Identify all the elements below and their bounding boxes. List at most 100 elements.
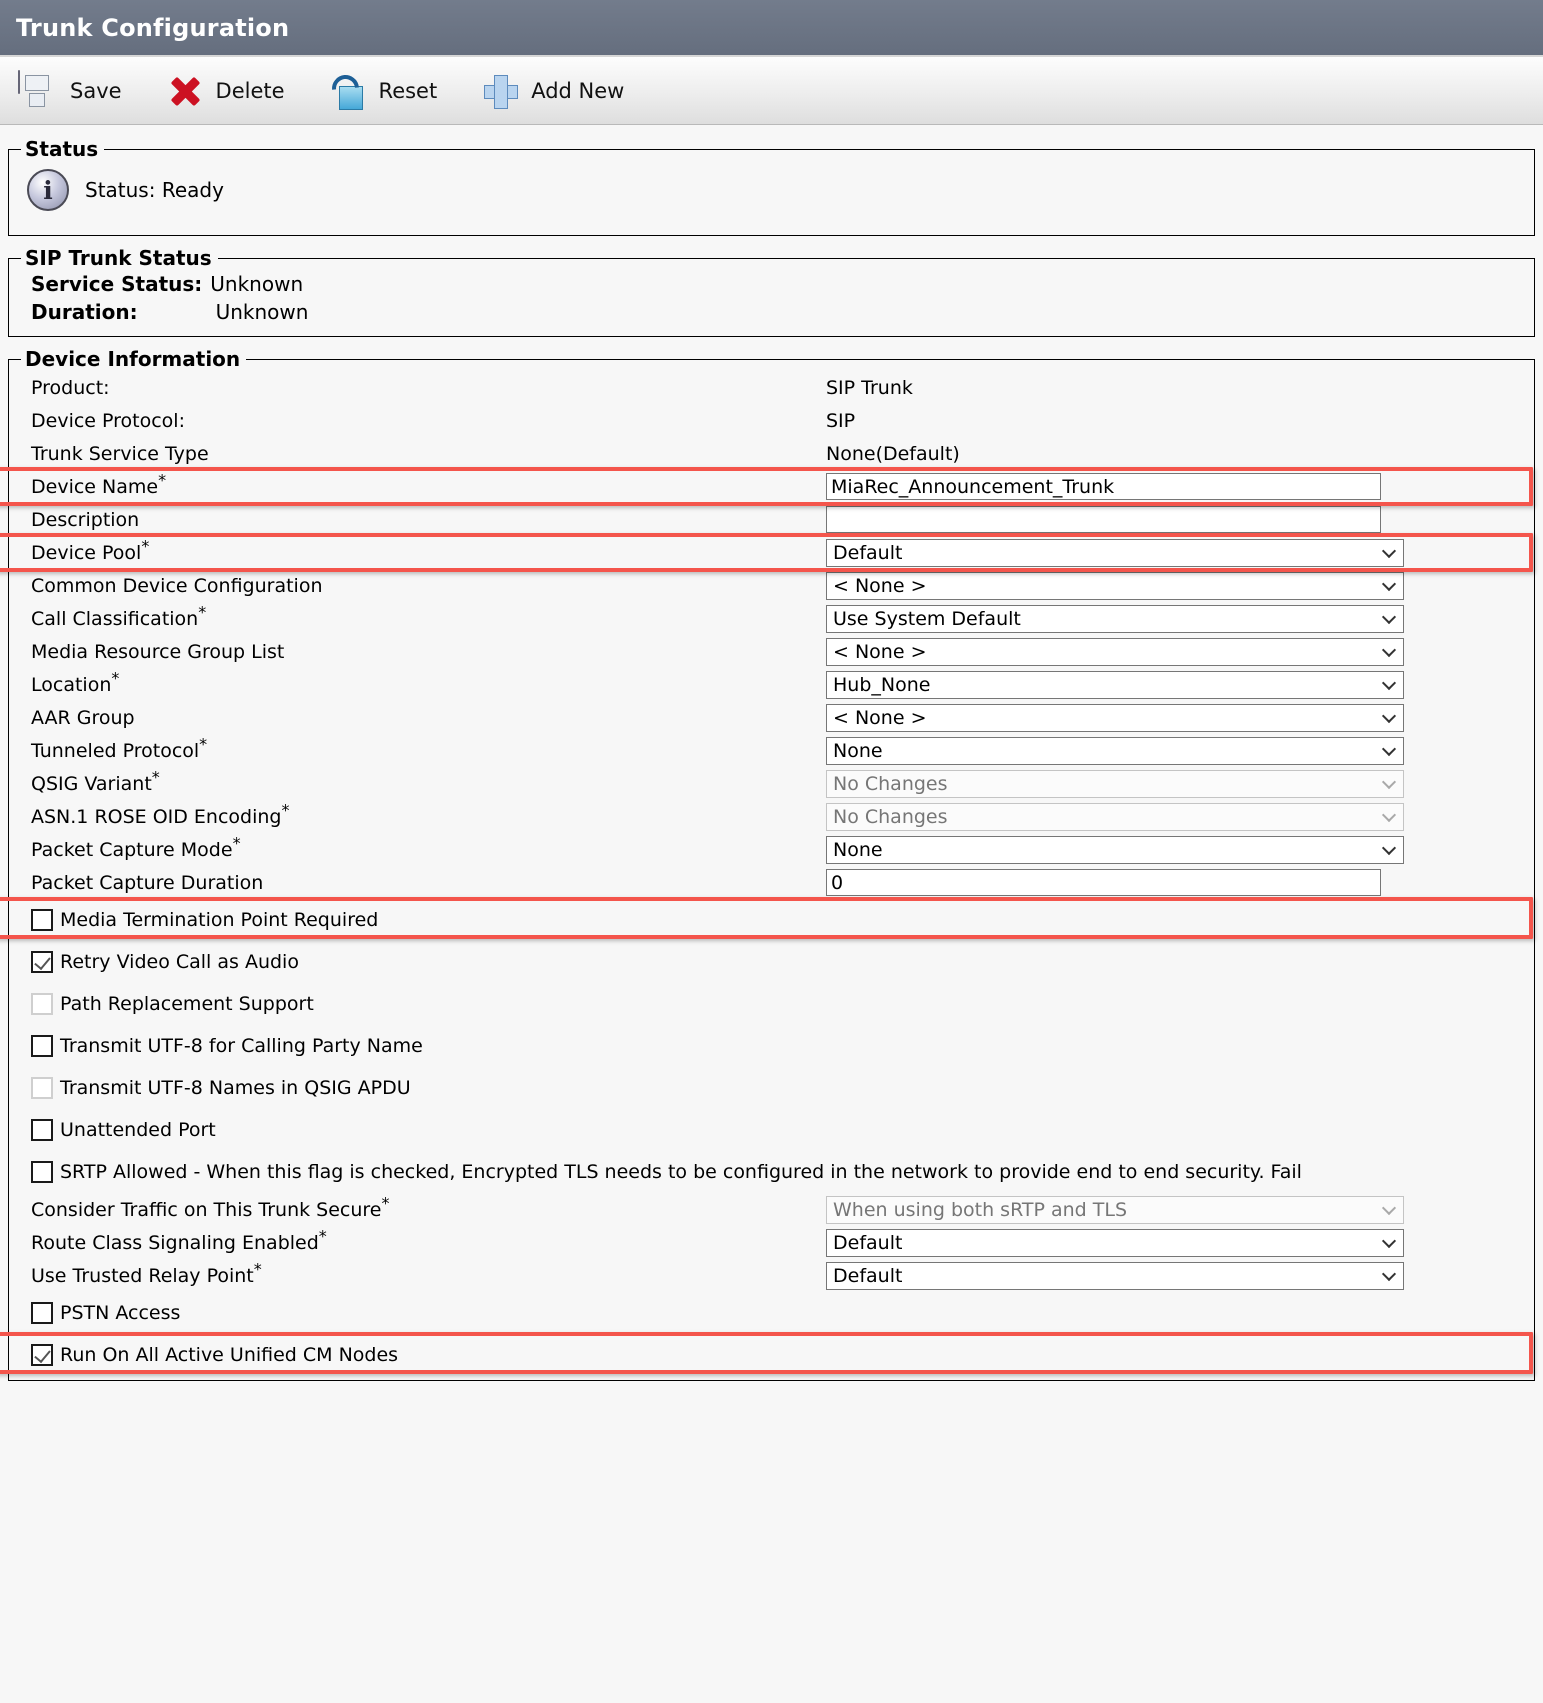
packet-capture-mode-label: Packet Capture Mode* xyxy=(31,833,241,861)
packet-capture-mode-select-value: None xyxy=(833,838,883,861)
required-asterisk: * xyxy=(281,800,290,820)
service-status-row: Service Status: Unknown xyxy=(9,270,1534,298)
required-asterisk: * xyxy=(381,1193,390,1213)
floppy-disk-icon xyxy=(18,69,58,111)
action-toolbar: Save Delete Reset Add New xyxy=(0,57,1543,125)
common-device-configuration-select[interactable]: < None > xyxy=(826,571,1404,600)
use-trusted-relay-point-label: Use Trusted Relay Point* xyxy=(31,1259,262,1287)
checkbox-row[interactable]: SRTP Allowed - When this flag is checked… xyxy=(9,1151,1534,1193)
checkbox-row[interactable]: Transmit UTF-8 for Calling Party Name xyxy=(9,1025,1534,1067)
device-pool-label: Device Pool* xyxy=(31,536,150,564)
device-name-input[interactable] xyxy=(826,473,1381,500)
device-pool-select-value: Default xyxy=(833,541,903,564)
path-replacement-support-checkbox xyxy=(31,993,53,1015)
add-new-button[interactable]: Add New xyxy=(481,72,624,110)
service-status-value: Unknown xyxy=(210,272,304,296)
checkbox-row[interactable]: Media Termination Point Required xyxy=(9,899,1534,941)
location-label: Location* xyxy=(31,668,120,696)
plus-icon xyxy=(481,72,519,110)
route-class-signaling-enabled-label: Route Class Signaling Enabled* xyxy=(31,1226,327,1254)
device-name-label: Device Name* xyxy=(31,470,167,498)
reset-refresh-icon xyxy=(326,68,367,110)
info-icon: i xyxy=(27,169,69,211)
required-asterisk: * xyxy=(253,1259,262,1279)
aar-group-select-value: < None > xyxy=(833,706,927,729)
media-resource-group-list-row: Media Resource Group List < None > xyxy=(9,635,1534,668)
consider-traffic-on-this-trunk-secure-label: Consider Traffic on This Trunk Secure* xyxy=(31,1193,390,1221)
aar-group-label: AAR Group xyxy=(31,706,135,729)
save-button[interactable]: Save xyxy=(18,69,122,111)
checkbox-row[interactable]: Path Replacement Support xyxy=(9,983,1534,1025)
chevron-down-icon xyxy=(1383,612,1396,625)
media-resource-group-list-select[interactable]: < None > xyxy=(826,637,1404,666)
required-asterisk: * xyxy=(318,1226,327,1246)
asn-1-rose-oid-encoding-row: ASN.1 ROSE OID Encoding* No Changes xyxy=(9,800,1534,833)
description-row: Description xyxy=(9,503,1534,536)
checkbox-row[interactable]: Unattended Port xyxy=(9,1109,1534,1151)
transmit-utf-8-names-in-checkbox-label: Transmit UTF-8 Names in QSIG APDU xyxy=(60,1077,411,1099)
device-information-rows: Product: SIP Trunk Device Protocol: SIP Trun… xyxy=(0,371,1534,1376)
transmit-utf-8-for-calling-checkbox[interactable] xyxy=(31,1035,53,1057)
use-trusted-relay-point-select-value: Default xyxy=(833,1264,903,1287)
device-pool-select[interactable]: Default xyxy=(826,538,1404,567)
description-label: Description xyxy=(31,508,140,531)
status-panel: Status i Status: Ready xyxy=(8,137,1535,236)
checkbox-row[interactable]: Transmit UTF-8 Names in QSIG APDU xyxy=(9,1067,1534,1109)
unattended-port-checkbox-label: Unattended Port xyxy=(60,1119,216,1141)
use-trusted-relay-point-select[interactable]: Default xyxy=(826,1261,1404,1290)
media-resource-group-list-label: Media Resource Group List xyxy=(31,640,285,663)
run-on-all-active-checkbox-label: Run On All Active Unified CM Nodes xyxy=(60,1344,399,1366)
route-class-signaling-enabled-row: Route Class Signaling Enabled* Default xyxy=(9,1226,1534,1259)
required-asterisk: * xyxy=(141,536,150,556)
consider-traffic-on-this-trunk-secure-row: Consider Traffic on This Trunk Secure* Wh… xyxy=(9,1193,1534,1226)
tunneled-protocol-select-value: None xyxy=(833,739,883,762)
checkbox-row[interactable]: Run On All Active Unified CM Nodes xyxy=(9,1334,1534,1376)
tunneled-protocol-select[interactable]: None xyxy=(826,736,1404,765)
packet-capture-mode-select[interactable]: None xyxy=(826,835,1404,864)
pstn-access-checkbox[interactable] xyxy=(31,1302,53,1324)
static-row-label: Trunk Service Type xyxy=(31,442,209,465)
description-input[interactable] xyxy=(826,506,1381,533)
srtp-allowed---when-checkbox[interactable] xyxy=(31,1161,53,1183)
checkbox-row[interactable]: Retry Video Call as Audio xyxy=(9,941,1534,983)
location-select[interactable]: Hub_None xyxy=(826,670,1404,699)
aar-group-select[interactable]: < None > xyxy=(826,703,1404,732)
required-asterisk: * xyxy=(111,668,120,688)
retry-video-call-as-checkbox-label: Retry Video Call as Audio xyxy=(60,951,299,973)
aar-group-row: AAR Group < None > xyxy=(9,701,1534,734)
chevron-down-icon xyxy=(1383,777,1396,790)
delete-button[interactable]: Delete xyxy=(166,72,285,110)
sip-trunk-status-legend: SIP Trunk Status xyxy=(25,246,212,270)
asn-1-rose-oid-encoding-label: ASN.1 ROSE OID Encoding* xyxy=(31,800,290,828)
chevron-down-icon xyxy=(1383,744,1396,757)
transmit-utf-8-names-in-checkbox xyxy=(31,1077,53,1099)
call-classification-select[interactable]: Use System Default xyxy=(826,604,1404,633)
run-on-all-active-checkbox[interactable] xyxy=(31,1344,53,1366)
chevron-down-icon xyxy=(1383,810,1396,823)
retry-video-call-as-checkbox[interactable] xyxy=(31,951,53,973)
red-x-icon xyxy=(166,72,204,110)
static-row-value: SIP xyxy=(826,409,856,432)
reset-button-label: Reset xyxy=(378,78,438,103)
delete-button-label: Delete xyxy=(215,78,285,103)
common-device-configuration-select-value: < None > xyxy=(833,574,927,597)
static-row-label: Device Protocol: xyxy=(31,409,185,432)
status-message: Status: Ready xyxy=(85,178,224,202)
packet-capture-duration-row: Packet Capture Duration xyxy=(9,866,1534,899)
call-classification-label: Call Classification* xyxy=(31,602,207,630)
qsig-variant-select: No Changes xyxy=(826,769,1404,798)
path-replacement-support-checkbox-label: Path Replacement Support xyxy=(60,993,314,1015)
static-row: Product: SIP Trunk xyxy=(9,371,1534,404)
call-classification-row: Call Classification* Use System Default xyxy=(9,602,1534,635)
reset-button[interactable]: Reset xyxy=(326,68,438,110)
route-class-signaling-enabled-select-value: Default xyxy=(833,1231,903,1254)
duration-value: Unknown xyxy=(215,300,309,324)
call-classification-select-value: Use System Default xyxy=(833,607,1021,630)
unattended-port-checkbox[interactable] xyxy=(31,1119,53,1141)
required-asterisk: * xyxy=(232,833,241,853)
media-termination-point-required-checkbox[interactable] xyxy=(31,909,53,931)
static-row: Trunk Service Type None(Default) xyxy=(9,437,1534,470)
route-class-signaling-enabled-select[interactable]: Default xyxy=(826,1228,1404,1257)
checkbox-row[interactable]: PSTN Access xyxy=(9,1292,1534,1334)
packet-capture-duration-input[interactable] xyxy=(826,869,1381,896)
